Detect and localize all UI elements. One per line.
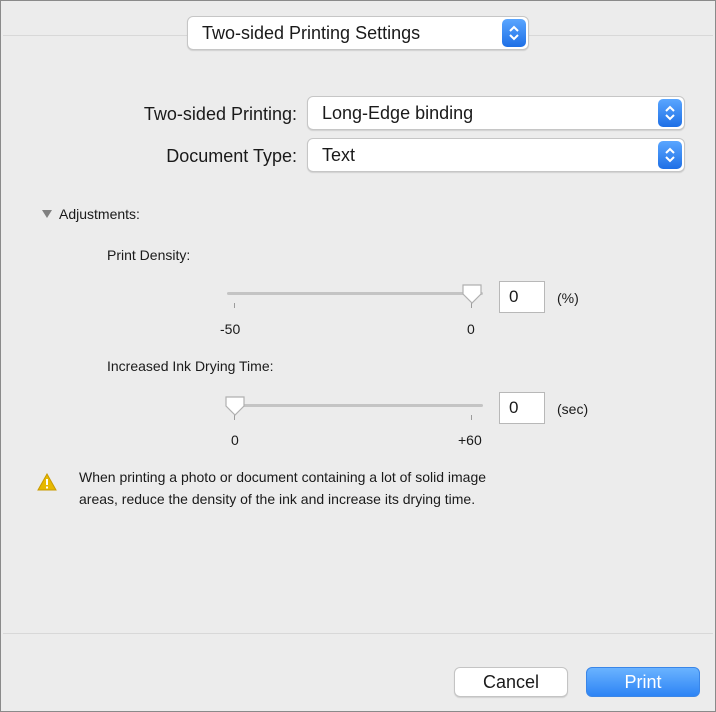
print-density-max-label: 0	[467, 321, 475, 337]
cancel-button[interactable]: Cancel	[454, 667, 568, 697]
settings-panel-popup[interactable]: Two-sided Printing Settings	[187, 16, 529, 50]
settings-panel-value: Two-sided Printing Settings	[202, 23, 421, 43]
warning-line-1: When printing a photo or document contai…	[79, 469, 487, 485]
document-type-popup[interactable]: Text	[307, 138, 685, 172]
drying-time-input[interactable]: 0	[499, 392, 545, 424]
drying-time-min-label: 0	[231, 432, 239, 448]
two-sided-popup[interactable]: Long-Edge binding	[307, 96, 685, 130]
print-button[interactable]: Print	[586, 667, 700, 697]
document-type-label: Document Type:	[166, 146, 297, 166]
updown-arrows-icon	[658, 141, 682, 169]
drying-time-max-tick	[471, 415, 472, 420]
drying-time-unit: (sec)	[557, 401, 589, 417]
two-sided-label: Two-sided Printing:	[143, 104, 297, 124]
drying-time-slider-thumb[interactable]	[224, 395, 246, 417]
warning-icon	[37, 472, 57, 491]
adjustments-label: Adjustments:	[59, 206, 140, 222]
bottom-divider	[3, 633, 713, 634]
print-density-track	[227, 292, 483, 295]
drying-time-max-label: +60	[458, 432, 482, 448]
print-density-min-label: -50	[220, 321, 241, 337]
print-density-slider-thumb[interactable]	[461, 283, 483, 305]
warning-message: When printing a photo or document contai…	[79, 466, 486, 510]
updown-arrows-icon	[658, 99, 682, 127]
print-density-input[interactable]: 0	[499, 281, 545, 313]
updown-arrows-icon	[502, 19, 526, 47]
drying-time-track	[227, 404, 483, 407]
print-dialog: Two-sided Printing Settings Two-sided Pr…	[0, 0, 716, 712]
two-sided-value: Long-Edge binding	[322, 103, 474, 123]
print-density-unit: (%)	[557, 290, 579, 306]
disclosure-triangle-icon[interactable]	[41, 207, 53, 219]
print-density-min-tick	[234, 303, 235, 308]
print-density-label: Print Density:	[107, 247, 191, 263]
document-type-value: Text	[322, 145, 356, 165]
warning-line-2: areas, reduce the density of the ink and…	[79, 491, 476, 507]
drying-time-label: Increased Ink Drying Time:	[107, 358, 274, 374]
